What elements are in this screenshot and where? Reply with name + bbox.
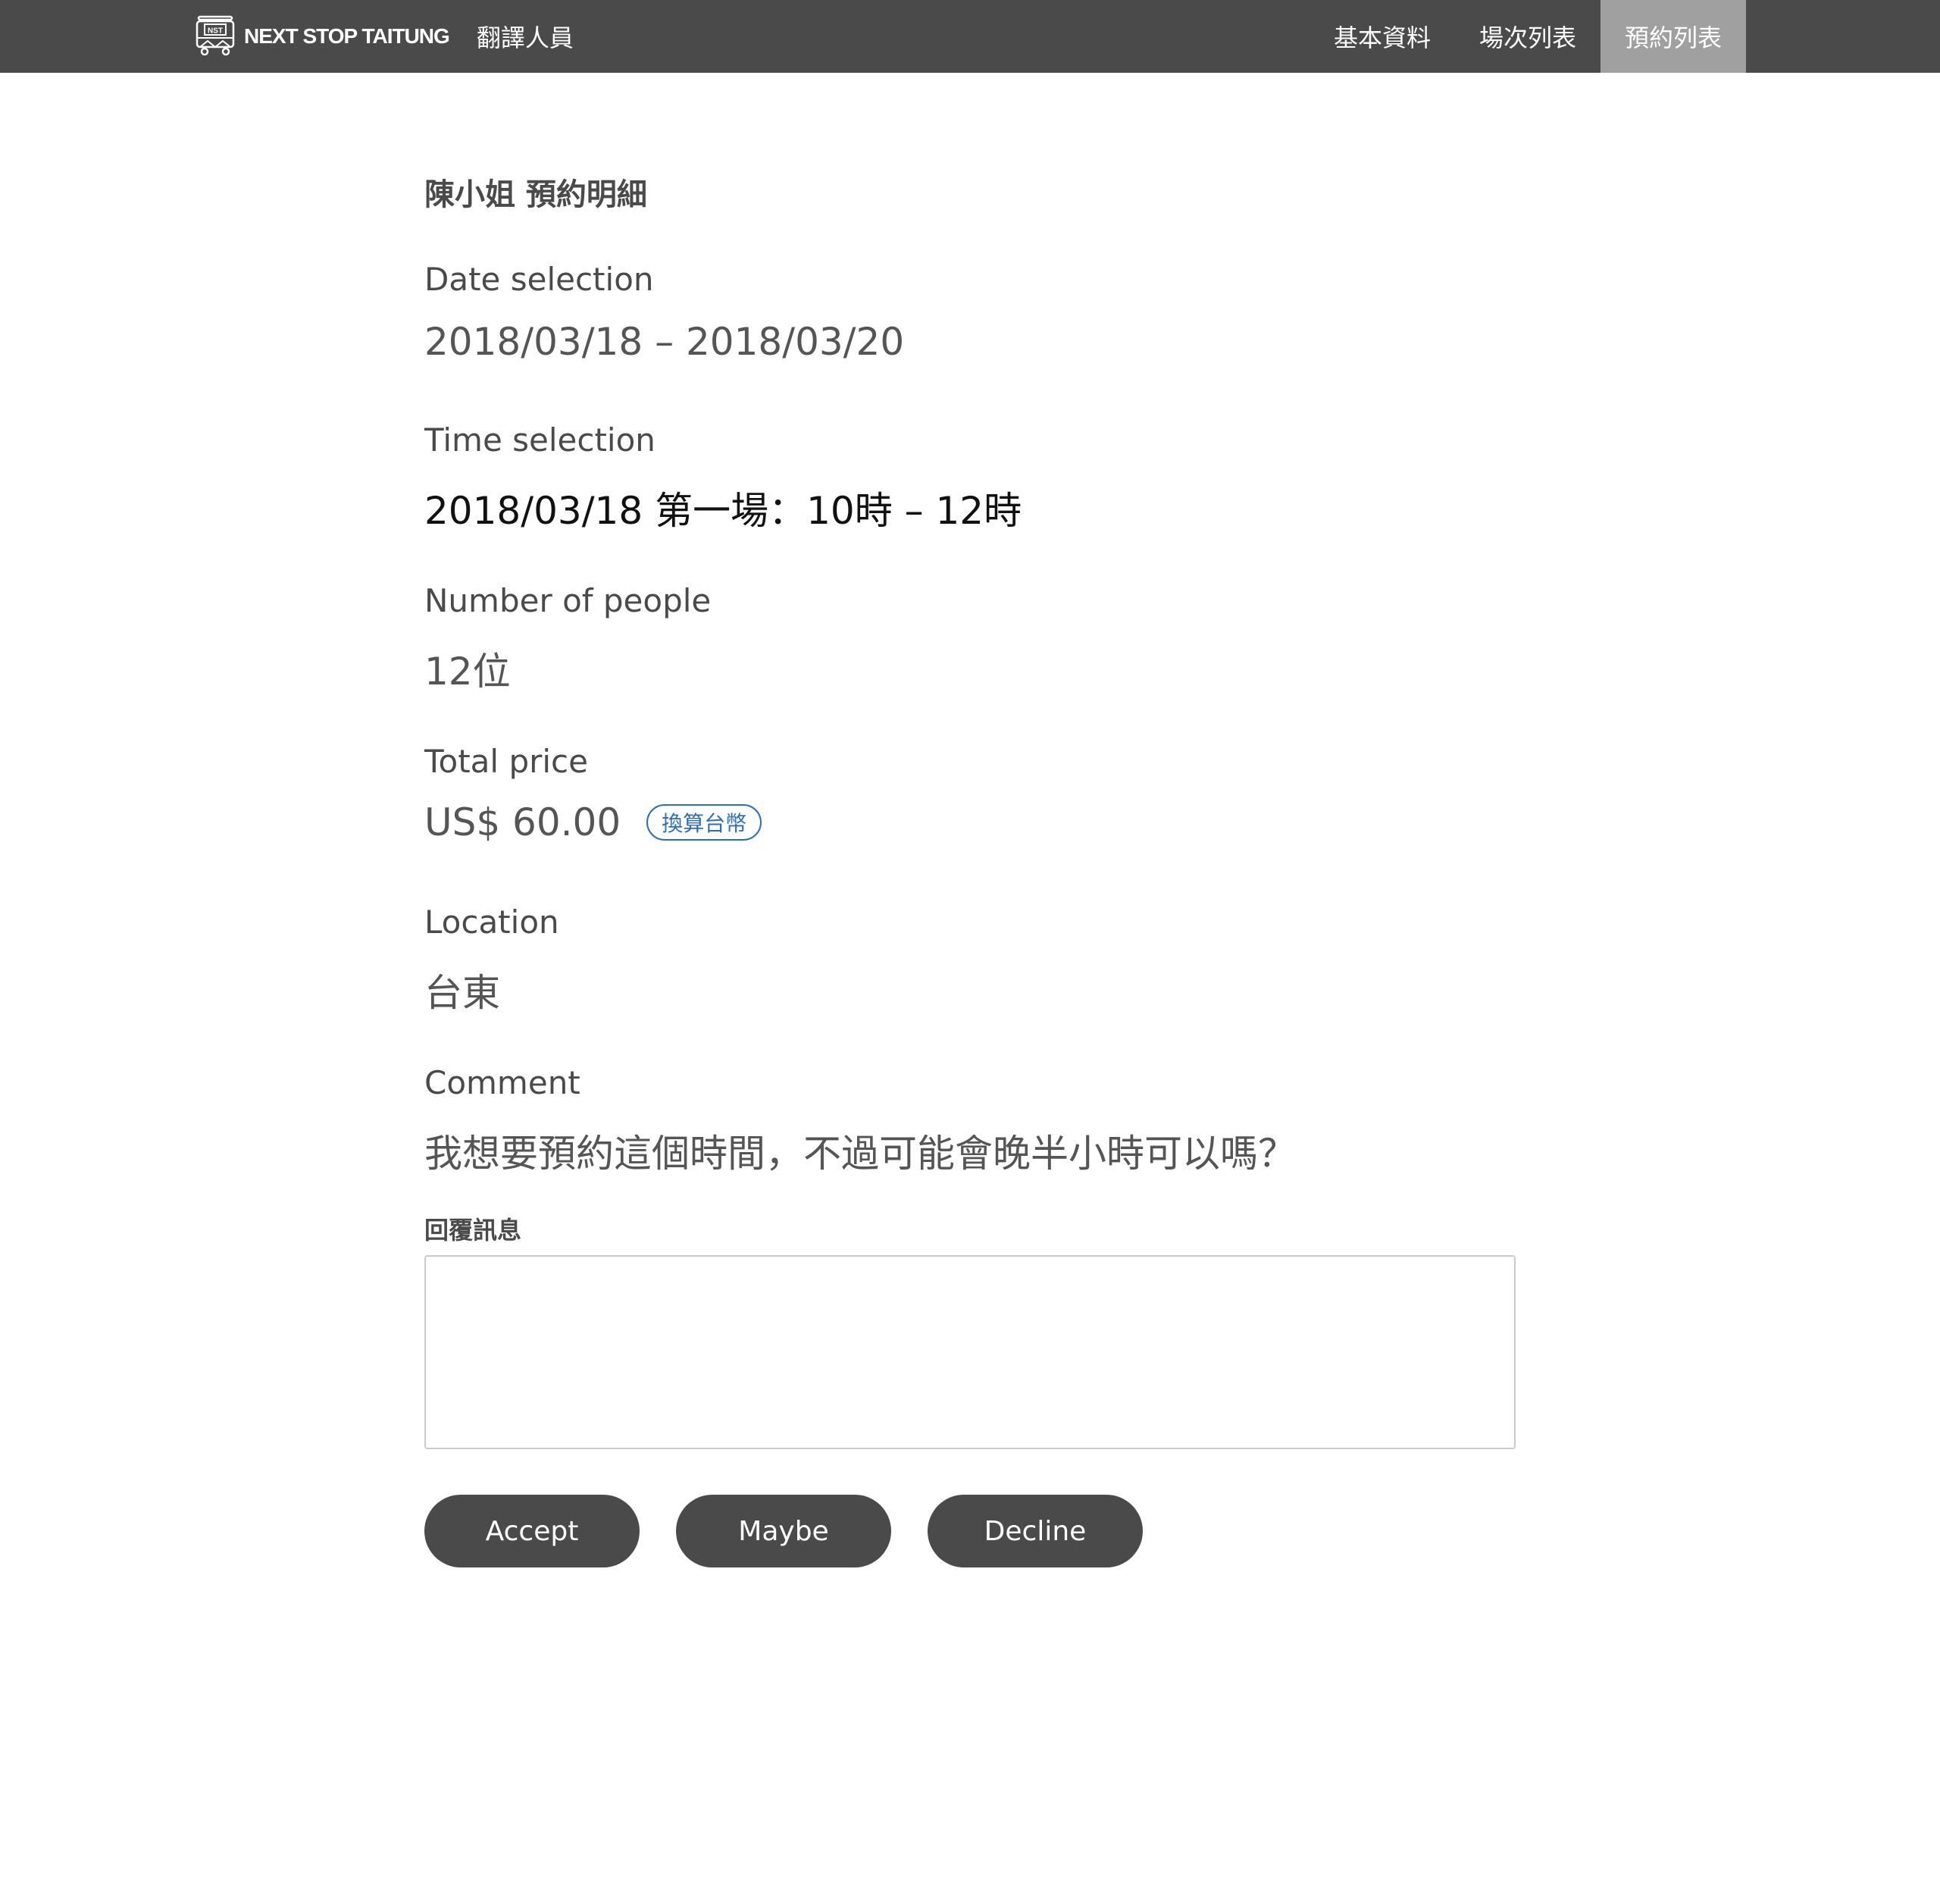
date-value: 2018/03/18 – 2018/03/20 xyxy=(424,320,905,364)
convert-currency-button[interactable]: 換算台幣 xyxy=(646,804,762,841)
time-label: Time selection xyxy=(424,421,656,459)
people-label: Number of people xyxy=(424,582,712,619)
logo-text: NST xyxy=(208,27,223,36)
nav-menu: 基本資料 場次列表 預約列表 xyxy=(1310,0,1746,73)
accept-button[interactable]: Accept xyxy=(424,1495,640,1567)
comment-label: Comment xyxy=(424,1064,580,1101)
page-title: 陳小姐 預約明細 xyxy=(424,177,647,212)
price-label: Total price xyxy=(424,743,588,780)
nav-item-profile[interactable]: 基本資料 xyxy=(1310,0,1455,73)
reply-label: 回覆訊息 xyxy=(424,1216,522,1245)
maybe-button[interactable]: Maybe xyxy=(676,1495,891,1567)
people-value: 12位 xyxy=(424,650,511,694)
time-value: 2018/03/18 第一場：10時 – 12時 xyxy=(424,489,1022,533)
date-label: Date selection xyxy=(424,261,654,298)
price-row: US$ 60.00 換算台幣 xyxy=(424,800,762,844)
top-navbar: NST NEXT STOP TAITUNG 翻譯人員 基本資料 場次列表 預約列… xyxy=(0,0,1940,73)
brand-name: NEXT STOP TAITUNG xyxy=(244,24,450,48)
user-role: 翻譯人員 xyxy=(476,23,574,52)
brand[interactable]: NST NEXT STOP TAITUNG 翻譯人員 xyxy=(194,0,574,73)
location-value: 台東 xyxy=(424,971,500,1015)
action-buttons: Accept Maybe Decline xyxy=(424,1495,1179,1567)
comment-value: 我想要預約這個時間，不過可能會晚半小時可以嗎？ xyxy=(424,1132,1296,1176)
nav-item-bookings[interactable]: 預約列表 xyxy=(1600,0,1746,73)
location-label: Location xyxy=(424,903,559,941)
decline-button[interactable]: Decline xyxy=(928,1495,1143,1567)
price-value: US$ 60.00 xyxy=(424,800,621,844)
nav-item-sessions[interactable]: 場次列表 xyxy=(1455,0,1600,73)
reply-textarea[interactable] xyxy=(424,1255,1516,1449)
tram-logo-icon: NST xyxy=(196,15,235,56)
